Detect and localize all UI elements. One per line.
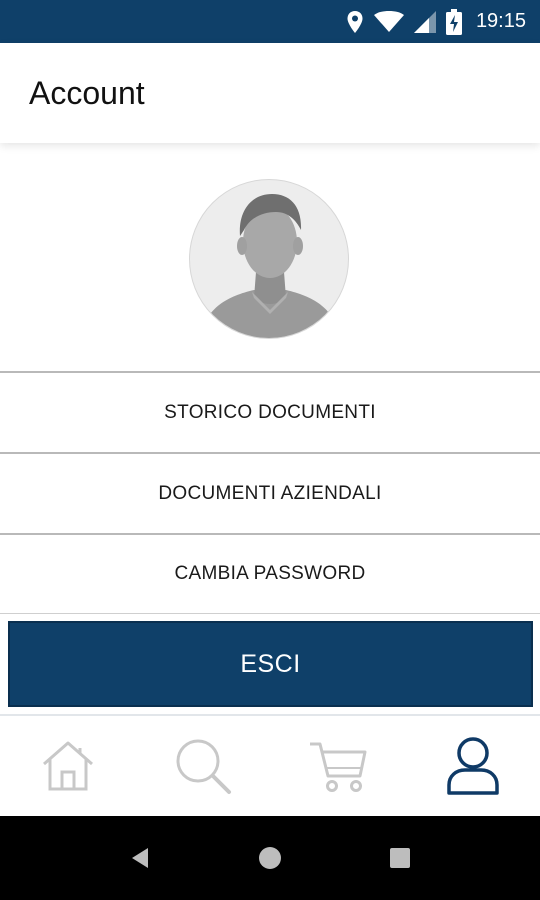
system-navigation-bar — [0, 816, 540, 900]
app-header: Account — [0, 43, 540, 143]
signal-icon — [413, 10, 436, 33]
home-icon — [42, 741, 93, 791]
back-icon[interactable] — [125, 843, 155, 873]
logout-button[interactable]: ESCI — [8, 621, 533, 707]
status-bar: 19:15 — [0, 0, 540, 43]
wifi-icon — [373, 10, 404, 33]
menu-item-label: DOCUMENTI AZIENDALI — [158, 482, 382, 504]
nav-cart[interactable] — [303, 731, 373, 801]
home-circle-icon[interactable] — [255, 843, 285, 873]
user-icon — [446, 737, 499, 795]
bottom-navigation — [0, 716, 540, 816]
menu-item-documenti-aziendali[interactable]: DOCUMENTI AZIENDALI — [0, 452, 540, 533]
avatar — [189, 179, 349, 339]
menu-item-label: CAMBIA PASSWORD — [174, 563, 366, 584]
location-icon — [346, 10, 364, 34]
menu-item-label: STORICO DOCUMENTI — [164, 401, 376, 423]
nav-account[interactable] — [438, 731, 508, 801]
menu-item-storico-documenti[interactable]: STORICO DOCUMENTI — [0, 371, 540, 452]
logout-label: ESCI — [240, 649, 301, 678]
status-time: 19:15 — [475, 10, 526, 32]
default-user-avatar-icon — [200, 194, 340, 338]
nav-search[interactable] — [168, 731, 238, 801]
cart-icon — [309, 742, 366, 792]
recents-icon[interactable] — [385, 843, 415, 873]
search-icon — [176, 739, 231, 794]
page-title: Account — [29, 74, 145, 111]
account-menu: STORICO DOCUMENTI DOCUMENTI AZIENDALI CA… — [0, 371, 540, 614]
menu-item-cambia-password[interactable]: CAMBIA PASSWORD — [0, 533, 540, 614]
nav-home[interactable] — [33, 731, 103, 801]
battery-charging-icon — [445, 8, 462, 35]
account-screen: 19:15 Account STORICO DOCUMENTI DOCUMENT… — [0, 0, 540, 900]
